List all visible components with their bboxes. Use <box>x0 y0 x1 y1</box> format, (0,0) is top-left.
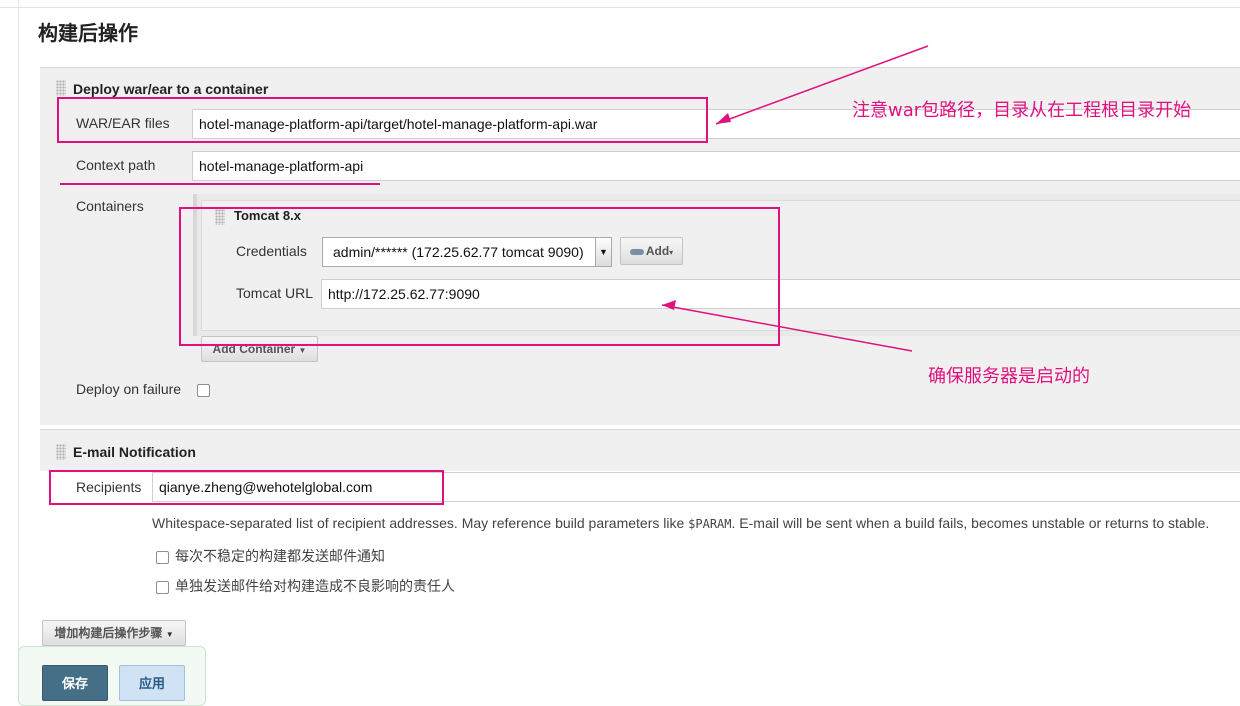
server-arrow-line <box>661 304 913 352</box>
arrow-head-icon <box>662 300 676 310</box>
server-started-annotation: 确保服务器是启动的 <box>928 366 1090 387</box>
war-path-annotation: 注意war包路径，目录从在工程根目录开始 <box>852 100 1192 121</box>
arrow-head-icon <box>716 113 731 124</box>
